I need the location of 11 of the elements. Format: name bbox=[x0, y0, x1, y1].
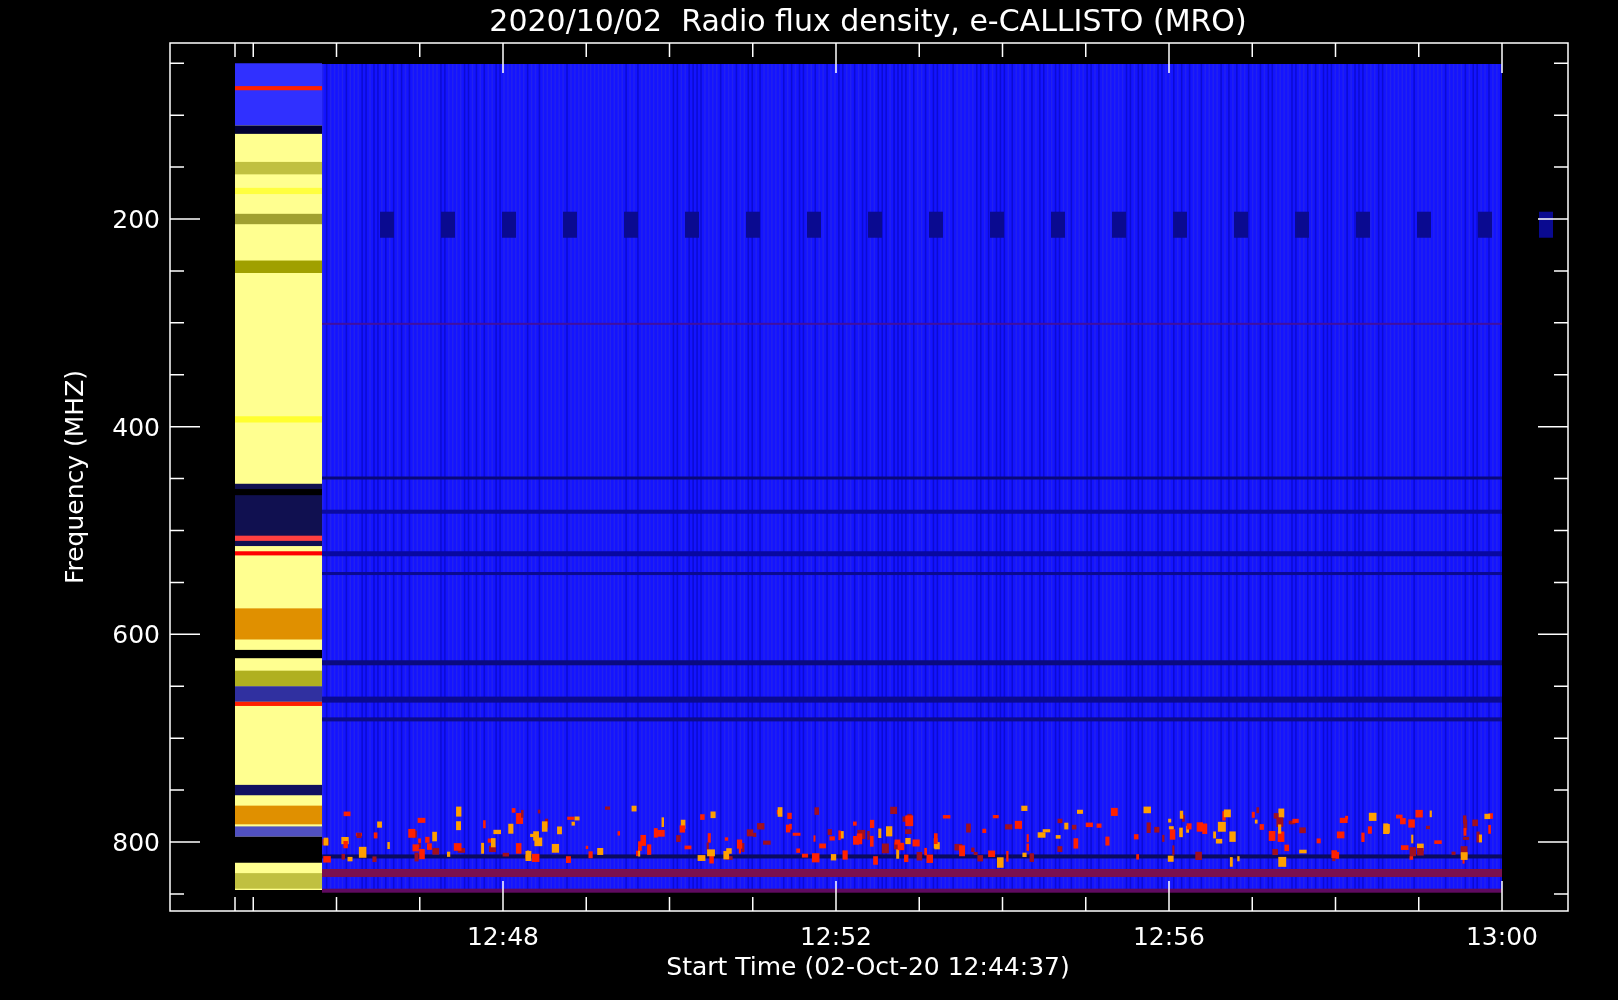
tick-label: 800 bbox=[112, 828, 160, 857]
tick-label: 400 bbox=[112, 412, 160, 442]
tick-label: 12:56 bbox=[1133, 922, 1205, 951]
tick-label: 13:00 bbox=[1466, 922, 1538, 951]
tick-label: 12:48 bbox=[467, 922, 539, 951]
tick-label: 12:52 bbox=[800, 922, 872, 951]
tick-label: 200 bbox=[112, 205, 160, 234]
plot-title: 2020/10/02 Radio flux density, e-CALLISTO (MRO) bbox=[489, 3, 1247, 38]
tick-label: 600 bbox=[112, 620, 160, 650]
axis-label: Frequency (MHZ) bbox=[60, 369, 89, 585]
axis-label: Start Time (02-Oct-20 12:44:37) bbox=[666, 952, 1070, 981]
